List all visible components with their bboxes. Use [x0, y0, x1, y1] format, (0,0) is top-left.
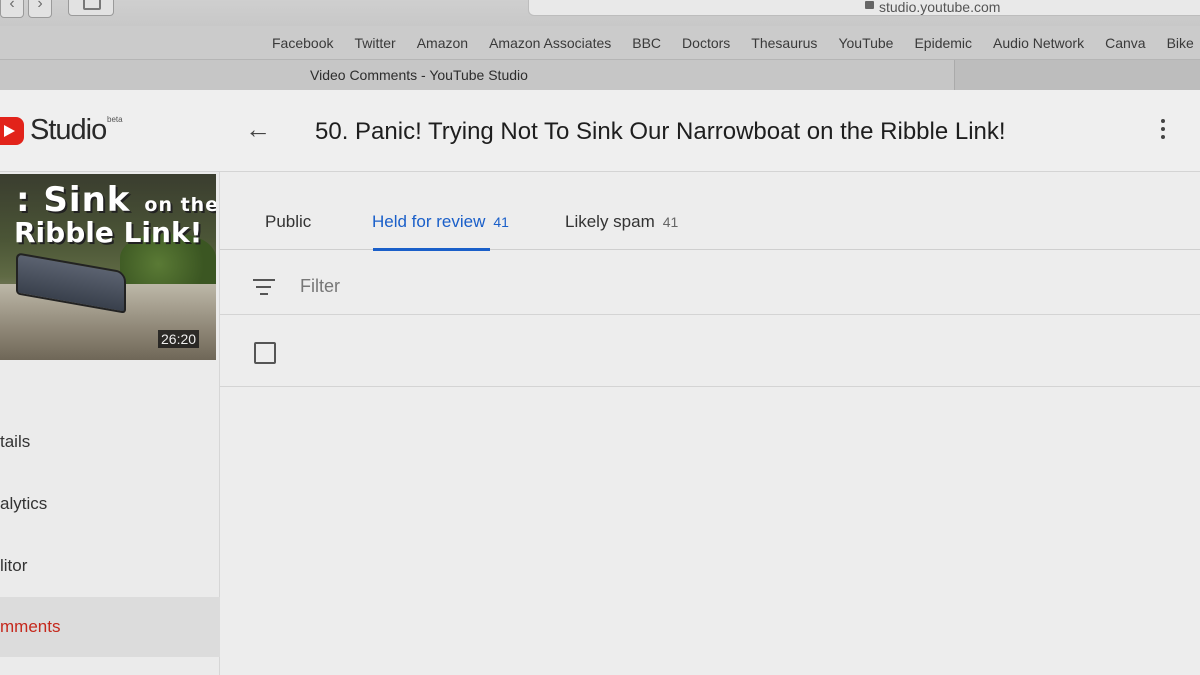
tab-label: Held for review: [372, 212, 486, 231]
sidebar-item-comments[interactable]: mments: [0, 597, 220, 657]
bookmark-amazon[interactable]: Amazon: [417, 35, 468, 51]
browser-forward-button[interactable]: ›: [28, 0, 52, 18]
sidebar: : Sink on the Ribble Link! 26:20 tails al…: [0, 172, 220, 675]
sidebar-item-details[interactable]: tails: [0, 412, 220, 472]
filter-icon[interactable]: [253, 279, 275, 295]
tab-label: Public: [265, 212, 312, 231]
video-title: 50. Panic! Trying Not To Sink Our Narrow…: [315, 118, 1006, 145]
beta-badge: beta: [107, 115, 123, 124]
studio-header: Studio beta ← 50. Panic! Trying Not To S…: [0, 90, 1200, 172]
tab-held-for-review[interactable]: Held for review 41: [372, 212, 509, 232]
studio-logo-text[interactable]: Studio: [30, 114, 107, 147]
browser-back-button[interactable]: ‹: [0, 0, 24, 18]
browser-toolbar: ‹ › studio.youtube.com: [0, 0, 1200, 26]
url-text: studio.youtube.com: [879, 0, 1001, 15]
thumbnail-text-line1: : Sink on the: [16, 180, 216, 220]
comments-panel: Public Held for review 41 Likely spam 41 F…: [220, 172, 1200, 675]
filter-input[interactable]: Filter: [300, 276, 340, 297]
address-bar[interactable]: studio.youtube.com: [528, 0, 1200, 16]
bookmark-thesaurus[interactable]: Thesaurus: [751, 35, 817, 51]
tab-likely-spam[interactable]: Likely spam 41: [565, 212, 678, 232]
bookmarks-bar: Facebook Twitter Amazon Amazon Associate…: [0, 26, 1200, 60]
browser-sidebar-toggle-button[interactable]: [68, 0, 114, 16]
bookmark-amazon-associates[interactable]: Amazon Associates: [489, 35, 611, 51]
tab-count: 41: [493, 214, 509, 230]
back-arrow-icon[interactable]: ←: [245, 116, 271, 142]
youtube-logo-icon[interactable]: [0, 117, 24, 145]
sidebar-item-editor[interactable]: litor: [0, 536, 220, 596]
tab-public[interactable]: Public: [265, 212, 311, 232]
sidebar-icon: [83, 0, 101, 10]
bulk-select-row: [220, 315, 1200, 387]
filter-bar[interactable]: Filter: [220, 251, 1200, 315]
video-duration: 26:20: [158, 330, 200, 348]
browser-tab-bar: Video Comments - YouTube Studio: [0, 60, 1200, 90]
bookmark-doctors[interactable]: Doctors: [682, 35, 730, 51]
bookmark-epidemic[interactable]: Epidemic: [914, 35, 972, 51]
select-all-checkbox[interactable]: [254, 342, 276, 364]
bookmark-bike[interactable]: Bike: [1167, 35, 1194, 51]
bookmark-canva[interactable]: Canva: [1105, 35, 1145, 51]
lock-icon: [865, 1, 874, 9]
tab-label: Likely spam: [565, 212, 655, 231]
bookmark-twitter[interactable]: Twitter: [354, 35, 395, 51]
bookmark-facebook[interactable]: Facebook: [272, 35, 333, 51]
sidebar-item-analytics[interactable]: alytics: [0, 474, 220, 534]
more-vert-icon[interactable]: [1155, 116, 1171, 144]
bookmark-bbc[interactable]: BBC: [632, 35, 661, 51]
comment-tabs: Public Held for review 41 Likely spam 41: [220, 172, 1200, 251]
tab-count: 41: [662, 214, 679, 230]
browser-tab-title: Video Comments - YouTube Studio: [310, 67, 528, 83]
bookmark-audio-network[interactable]: Audio Network: [993, 35, 1084, 51]
bookmark-youtube[interactable]: YouTube: [838, 35, 893, 51]
thumbnail-text-line2: Ribble Link!: [14, 216, 203, 249]
video-thumbnail[interactable]: : Sink on the Ribble Link! 26:20: [0, 174, 216, 360]
browser-tab[interactable]: Video Comments - YouTube Studio: [0, 60, 955, 90]
